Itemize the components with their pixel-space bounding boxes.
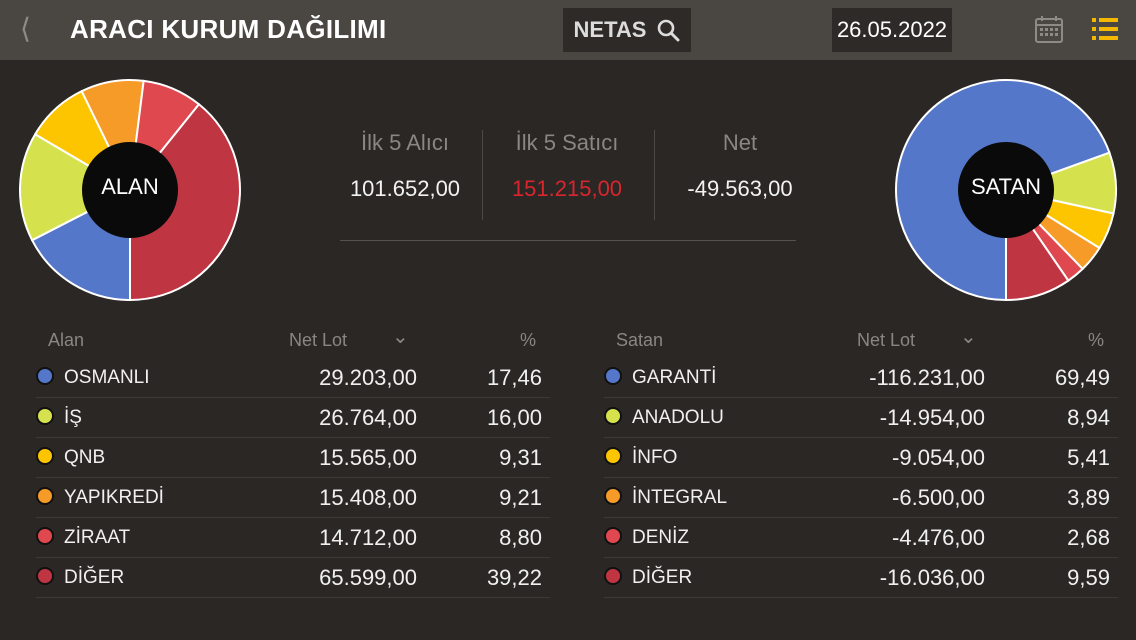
- table-row[interactable]: DENİZ -4.476,00 2,68: [604, 518, 1118, 558]
- net-lot: -116.231,00: [869, 365, 985, 390]
- alan-header-pct: %: [519, 330, 536, 350]
- color-dot-icon: [604, 407, 622, 425]
- alan-rows: OSMANLI 29.203,00 17,46 İŞ 26.764,00 16,…: [36, 358, 550, 598]
- table-row[interactable]: İŞ 26.764,00 16,00: [36, 398, 550, 438]
- sort-chevron-icon[interactable]: ⌄: [960, 324, 977, 349]
- table-row[interactable]: DİĞER -16.036,00 9,59: [604, 558, 1118, 598]
- color-dot-icon: [604, 367, 622, 385]
- sellers-value: 151.215,00: [511, 176, 623, 201]
- net-lot: 29.203,00: [319, 365, 417, 390]
- satan-header-pct: %: [1087, 330, 1104, 350]
- color-dot-icon: [36, 527, 54, 545]
- sellers-label: İlk 5 Satıcı: [515, 130, 619, 155]
- table-row[interactable]: ANADOLU -14.954,00 8,94: [604, 398, 1118, 438]
- broker-name: DİĞER: [64, 567, 125, 588]
- top-bar: ⟨ ARACI KURUM DAĞILIMI NETAS 26.05.2022: [0, 0, 1136, 60]
- broker-name: DİĞER: [632, 567, 693, 588]
- satan-table-header: Satan Net Lot ⌄ %: [604, 322, 1118, 358]
- net-label: Net: [722, 130, 758, 155]
- broker-name: GARANTİ: [632, 367, 717, 388]
- satan-table: Satan Net Lot ⌄ % GARANTİ -116.231,00 69…: [604, 322, 1118, 598]
- net-lot: 26.764,00: [319, 405, 417, 430]
- broker-name: ZİRAAT: [64, 527, 131, 548]
- percent: 3,89: [1067, 485, 1110, 510]
- table-row[interactable]: İNFO -9.054,00 5,41: [604, 438, 1118, 478]
- broker-name: ANADOLU: [632, 407, 724, 428]
- table-row[interactable]: YAPIKREDİ 15.408,00 9,21: [36, 478, 550, 518]
- alan-header-name: Alan: [48, 330, 85, 350]
- net-value: -49.563,00: [687, 176, 793, 201]
- net-lot: 15.408,00: [319, 485, 417, 510]
- percent: 8,94: [1067, 405, 1110, 430]
- back-icon[interactable]: ⟨: [20, 12, 31, 45]
- color-dot-icon: [604, 447, 622, 465]
- color-dot-icon: [604, 487, 622, 505]
- percent: 17,46: [486, 365, 542, 390]
- summary-panel: İlk 5 Alıcı 101.652,00 İlk 5 Satıcı 151.…: [330, 130, 800, 220]
- broker-name: İNFO: [632, 447, 678, 468]
- net-lot: -14.954,00: [879, 405, 985, 430]
- alan-table-header: Alan Net Lot ⌄ %: [36, 322, 550, 358]
- broker-name: QNB: [64, 447, 106, 468]
- percent: 39,22: [486, 565, 542, 590]
- color-dot-icon: [604, 527, 622, 545]
- net-lot: 14.712,00: [319, 525, 417, 550]
- percent: 5,41: [1067, 445, 1110, 470]
- broker-name: İNTEGRAL: [632, 487, 728, 508]
- table-row[interactable]: DİĞER 65.599,00 39,22: [36, 558, 550, 598]
- table-row[interactable]: QNB 15.565,00 9,31: [36, 438, 550, 478]
- alan-header-lot[interactable]: Net Lot: [289, 330, 347, 351]
- date-field[interactable]: 26.05.2022: [832, 8, 952, 52]
- broker-name: YAPIKREDİ: [64, 487, 164, 508]
- calendar-icon[interactable]: [1034, 14, 1064, 44]
- alan-table: Alan Net Lot ⌄ % OSMANLI 29.203,00 17,46…: [36, 322, 550, 598]
- net-lot: 15.565,00: [319, 445, 417, 470]
- color-dot-icon: [604, 567, 622, 585]
- percent: 16,00: [486, 405, 542, 430]
- net-lot: -9.054,00: [892, 445, 985, 470]
- table-row[interactable]: ZİRAAT 14.712,00 8,80: [36, 518, 550, 558]
- divider: [654, 130, 655, 220]
- broker-name: DENİZ: [632, 527, 689, 548]
- table-row[interactable]: İNTEGRAL -6.500,00 3,89: [604, 478, 1118, 518]
- broker-name: İŞ: [64, 407, 82, 428]
- percent: 9,31: [499, 445, 542, 470]
- list-menu-icon[interactable]: [1092, 16, 1118, 42]
- net-lot: 65.599,00: [319, 565, 417, 590]
- broker-name: OSMANLI: [64, 367, 150, 388]
- buyers-label: İlk 5 Alıcı: [360, 130, 450, 155]
- color-dot-icon: [36, 487, 54, 505]
- satan-header-lot[interactable]: Net Lot: [857, 330, 915, 351]
- net-lot: -4.476,00: [892, 525, 985, 550]
- percent: 9,59: [1067, 565, 1110, 590]
- buyers-value: 101.652,00: [349, 176, 461, 201]
- search-icon: [658, 19, 680, 42]
- page-title: ARACI KURUM DAĞILIMI: [70, 14, 387, 44]
- satan-rows: GARANTİ -116.231,00 69,49 ANADOLU -14.95…: [604, 358, 1118, 598]
- color-dot-icon: [36, 567, 54, 585]
- symbol-search-button[interactable]: NETAS: [563, 8, 691, 52]
- net-lot: -16.036,00: [879, 565, 985, 590]
- net-lot: -6.500,00: [892, 485, 985, 510]
- symbol-label: NETAS: [573, 17, 647, 42]
- table-row[interactable]: GARANTİ -116.231,00 69,49: [604, 358, 1118, 398]
- satan-pie-label: SATAN: [970, 174, 1042, 199]
- divider: [482, 130, 483, 220]
- table-row[interactable]: OSMANLI 29.203,00 17,46: [36, 358, 550, 398]
- percent: 69,49: [1054, 365, 1110, 390]
- satan-header-name: Satan: [616, 330, 664, 350]
- color-dot-icon: [36, 407, 54, 425]
- percent: 8,80: [499, 525, 542, 550]
- color-dot-icon: [36, 367, 54, 385]
- percent: 2,68: [1067, 525, 1110, 550]
- color-dot-icon: [36, 447, 54, 465]
- sort-chevron-icon[interactable]: ⌄: [392, 324, 409, 349]
- percent: 9,21: [499, 485, 542, 510]
- sellers-summary: İlk 5 Satıcı 151.215,00: [492, 130, 642, 202]
- net-summary: Net -49.563,00: [665, 130, 815, 202]
- summary-divider: [340, 240, 796, 241]
- alan-pie-label: ALAN: [101, 174, 159, 199]
- buyers-summary: İlk 5 Alıcı 101.652,00: [330, 130, 480, 202]
